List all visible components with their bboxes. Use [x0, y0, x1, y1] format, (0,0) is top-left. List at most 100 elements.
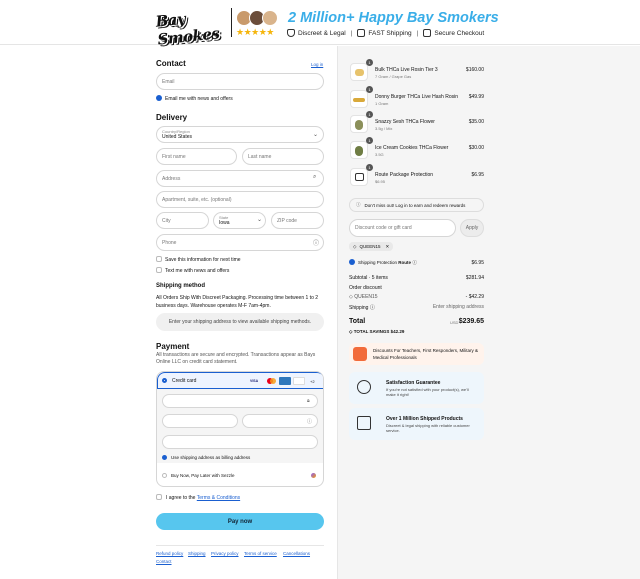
- chevron-down-icon: ⌄: [257, 217, 263, 223]
- quantity-badge: 1: [366, 86, 373, 93]
- payment-heading: Payment: [156, 342, 190, 351]
- more-brands: +2: [310, 379, 315, 384]
- apply-button[interactable]: Apply: [460, 219, 484, 237]
- sezzle-icon: [311, 473, 316, 478]
- badge-shipping: FAST Shipping: [357, 29, 412, 37]
- quantity-badge: 1: [366, 59, 373, 66]
- rewards-notice[interactable]: ⓘ Don't miss out! Log in to earn and rede…: [349, 198, 484, 212]
- product-price: $6.95: [471, 172, 484, 178]
- promo-card-guarantee: Satisfaction Guarantee If you're not sat…: [349, 372, 484, 404]
- text-opt-label: Text me with news and offers: [165, 268, 230, 274]
- billing-label: Use shipping address as billing address: [171, 455, 251, 460]
- footer-link-cancellations[interactable]: Cancellations: [283, 551, 310, 556]
- credit-card-option[interactable]: Credit card VISA +2: [157, 372, 323, 389]
- footer-link-terms[interactable]: Terms of service: [244, 551, 277, 556]
- info-icon: ⓘ: [356, 202, 361, 207]
- discover-icon: [293, 377, 305, 385]
- visa-icon: VISA: [250, 379, 259, 383]
- product-variant: 7 Gram / Grape Gas: [375, 74, 412, 79]
- truck-icon: [357, 29, 366, 37]
- expiry-field[interactable]: [162, 414, 238, 428]
- discount-tag: ◇ QUEEN15 ✕: [349, 242, 394, 251]
- footer-divider: [156, 545, 324, 546]
- box-icon: [357, 416, 371, 430]
- product-name: Ice Cream Cookies THCa Flower: [375, 145, 449, 151]
- email-field[interactable]: Email: [156, 73, 324, 90]
- product-name: Donny Burger THCa Live Hash Rosin: [375, 94, 459, 100]
- footer-link-privacy[interactable]: Privacy policy: [211, 551, 239, 556]
- search-icon: ⌕: [313, 174, 317, 180]
- subtotal-label: Subtotal · 5 items: [349, 275, 388, 281]
- lock-icon: 🔒︎: [307, 398, 310, 404]
- order-discount-code: ◇ QUEEN15: [349, 294, 378, 300]
- terms-link[interactable]: Terms & Conditions: [197, 495, 240, 501]
- help-icon[interactable]: ⓘ: [313, 238, 319, 247]
- payment-description: All transactions are secure and encrypte…: [156, 352, 316, 365]
- badge-icon: [357, 380, 371, 394]
- shipping-description: All Orders Ship With Discreet Packaging.…: [156, 295, 319, 309]
- percent-icon: [353, 347, 367, 361]
- order-discount-value: - $42.29: [465, 294, 484, 300]
- country-select[interactable]: Country/Region United States: [156, 126, 324, 143]
- quantity-badge: 1: [366, 137, 373, 144]
- last-name-field[interactable]: Last name: [242, 148, 324, 165]
- email-opt-checkbox[interactable]: [156, 95, 162, 101]
- product-variant: 3.5g / Mix: [375, 126, 393, 131]
- product-name: Snazzy Sesh THCa Flower: [375, 119, 435, 125]
- card-number-field[interactable]: [162, 394, 318, 408]
- tag-icon: ◇: [349, 329, 353, 334]
- delivery-heading: Delivery: [156, 113, 188, 122]
- shipping-label: Shipping ⓘ: [349, 305, 375, 311]
- header-tagline: 2 Million+ Happy Bay Smokers: [288, 10, 499, 26]
- total-label: Total: [349, 318, 366, 325]
- badge-discreet: Discreet & Legal: [287, 29, 346, 37]
- remove-discount-icon[interactable]: ✕: [385, 244, 389, 250]
- first-name-field[interactable]: First name: [156, 148, 237, 165]
- shipping-value: Enter shipping address: [432, 304, 484, 310]
- pay-now-button[interactable]: Pay now: [156, 513, 324, 530]
- discount-code-field[interactable]: Discount code or gift card: [349, 219, 456, 237]
- login-link[interactable]: Log in: [311, 62, 323, 67]
- help-icon[interactable]: ⓘ: [307, 418, 312, 425]
- badge-separator: |: [350, 29, 353, 37]
- billing-checkbox[interactable]: [162, 455, 167, 460]
- footer-link-shipping[interactable]: Shipping: [188, 551, 206, 556]
- promo-card-shipped: Over 1 Million Shipped Products Discreet…: [349, 408, 484, 440]
- route-logo: Route: [398, 260, 412, 265]
- product-price: $35.00: [468, 119, 484, 125]
- footer-link-contact[interactable]: Contact: [156, 559, 172, 564]
- total-savings: ◇ TOTAL SAVINGS $42.29: [349, 329, 405, 334]
- subtotal-value: $281.94: [465, 275, 484, 281]
- credit-card-radio[interactable]: [162, 378, 167, 383]
- sezzle-radio[interactable]: [162, 473, 167, 478]
- phone-field[interactable]: Phone: [156, 234, 324, 251]
- terms-checkbox[interactable]: [156, 494, 162, 500]
- lock-icon: [423, 29, 432, 37]
- customer-avatar: [262, 10, 278, 26]
- product-image: [350, 141, 368, 159]
- address-field[interactable]: Address: [156, 170, 324, 187]
- sezzle-label[interactable]: Buy Now, Pay Later with Sezzle: [171, 473, 235, 478]
- name-on-card-field[interactable]: [162, 435, 318, 449]
- city-field[interactable]: City: [156, 212, 209, 229]
- brand-logo[interactable]: Bay Smokes: [155, 5, 230, 49]
- email-opt-label: Email me with news and offers: [165, 96, 233, 102]
- zip-field[interactable]: ZIP code: [271, 212, 324, 229]
- badge-secure: Secure Checkout: [423, 29, 484, 37]
- product-image: [350, 63, 368, 81]
- footer-link-refund[interactable]: Refund policy: [156, 551, 183, 556]
- shipping-protection-checkbox[interactable]: [349, 259, 355, 265]
- product-variant: 3.5G: [375, 152, 384, 157]
- shield-icon: [287, 29, 295, 37]
- quantity-badge: 1: [366, 164, 373, 171]
- apartment-field[interactable]: Apartment, suite, etc. (optional): [156, 191, 324, 208]
- amex-icon: [279, 377, 291, 385]
- mastercard-icon: [266, 378, 276, 384]
- save-info-checkbox[interactable]: [156, 256, 162, 262]
- terms-text: I agree to the Terms & Conditions: [166, 495, 241, 501]
- quantity-badge: 1: [366, 111, 373, 118]
- product-price: $160.00: [465, 67, 484, 73]
- product-price: $30.00: [468, 145, 484, 151]
- rating-stars: ★★★★★: [236, 27, 274, 37]
- text-opt-checkbox[interactable]: [156, 267, 162, 273]
